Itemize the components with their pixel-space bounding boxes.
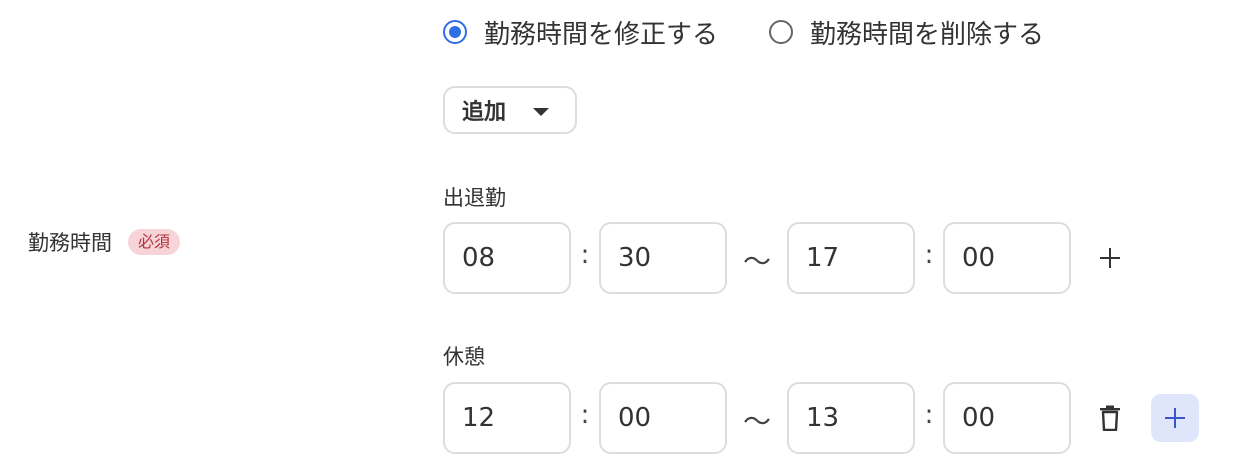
required-badge: 必須 [128,229,181,255]
worktime-field-label-group: 勤務時間 必須 [28,226,181,258]
radio-checked-icon[interactable] [443,20,467,44]
attendance-range-separator: 〜 [742,245,771,278]
attendance-start-hour-input[interactable] [443,222,571,294]
break-add-button[interactable] [1151,394,1199,442]
attendance-end-hour-input[interactable] [787,222,915,294]
trash-icon [1100,405,1120,431]
break-delete-button[interactable] [1090,398,1130,438]
plus-icon [1100,248,1120,268]
break-start-colon: : [580,400,590,430]
attendance-add-button[interactable] [1090,238,1130,278]
break-range-separator: 〜 [742,405,771,438]
radio-modify-label: 勤務時間を修正する [484,19,719,50]
break-end-minute-input[interactable] [943,382,1071,454]
plus-icon [1165,408,1185,428]
attendance-start-minute-input[interactable] [599,222,727,294]
caret-down-icon [533,108,549,116]
radio-delete-worktime[interactable]: 勤務時間を削除する [769,14,1044,50]
break-end-hour-input[interactable] [787,382,915,454]
attendance-label: 出退勤 [443,186,506,210]
attendance-end-minute-input[interactable] [943,222,1071,294]
break-start-minute-input[interactable] [599,382,727,454]
radio-modify-worktime[interactable]: 勤務時間を修正する [443,14,718,50]
break-start-hour-input[interactable] [443,382,571,454]
radio-delete-label: 勤務時間を削除する [810,19,1045,50]
worktime-field-label: 勤務時間 [28,231,112,255]
break-label: 休憩 [443,345,485,369]
attendance-start-colon: : [580,240,590,270]
add-dropdown-label: 追加 [462,100,507,125]
add-dropdown[interactable]: 追加 [443,86,577,134]
attendance-end-colon: : [924,240,934,270]
radio-unchecked-icon[interactable] [769,20,793,44]
break-end-colon: : [924,400,934,430]
